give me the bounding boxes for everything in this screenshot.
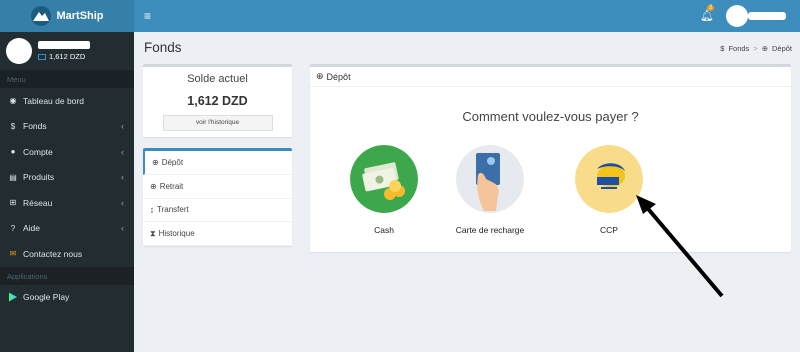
- sidebar-item-fonds[interactable]: $ Fonds ‹: [0, 114, 134, 140]
- section-header-applications: Applications: [0, 266, 134, 285]
- sidebar-item-label: Fonds: [23, 121, 47, 132]
- depot-box: ⊕ Dépôt Comment voulez-vous payer ? Cash…: [310, 64, 791, 252]
- user-name-redacted-top[interactable]: [748, 12, 786, 20]
- chevron-left-icon: ‹: [121, 121, 124, 132]
- sidebar-item-label: Google Play: [23, 292, 70, 303]
- cart-icon: ▤: [9, 172, 17, 182]
- view-history-button[interactable]: voir l'historique: [162, 115, 273, 131]
- chevron-left-icon: ‹: [121, 223, 124, 234]
- payment-option-ccp[interactable]: CCP: [559, 145, 659, 235]
- chevron-left-icon: ‹: [121, 146, 124, 157]
- chevron-left-icon: ‹: [121, 172, 124, 183]
- sidebar-item-dashboard[interactable]: ◉ Tableau de bord: [0, 88, 134, 114]
- sidebar-item-google-play[interactable]: Google Play: [0, 285, 134, 311]
- dollar-icon: $: [10, 121, 16, 131]
- sidebar-item-label: Réseau: [23, 197, 53, 208]
- upload-circle-icon: ⊕: [150, 181, 157, 191]
- payment-option-label: Cash: [374, 225, 394, 235]
- hamburger-icon[interactable]: ≡: [144, 9, 151, 23]
- page-title: Fonds: [144, 40, 182, 55]
- algerie-poste-icon: [575, 145, 643, 213]
- user-icon: ●: [10, 147, 16, 157]
- section-header-menu: Menu: [0, 70, 134, 88]
- payment-option-cash[interactable]: Cash: [334, 145, 434, 235]
- menu-item-transfert[interactable]: ↨ Transfert: [143, 199, 292, 223]
- sidebar-item-contact[interactable]: ✉ Contactez nous: [0, 241, 134, 267]
- menu-item-historique[interactable]: ⧗ Historique: [143, 222, 292, 246]
- menu-item-label: Retrait: [159, 181, 184, 191]
- notifications-button[interactable]: 🔔︎ 2: [700, 5, 715, 22]
- user-avatar-top[interactable]: [726, 5, 748, 27]
- payment-option-label: CCP: [600, 225, 618, 235]
- dashboard-icon: ◉: [9, 96, 17, 106]
- user-name-redacted: [38, 41, 90, 49]
- menu-item-label: Transfert: [157, 205, 189, 215]
- user-panel: 1,612 DZD: [0, 32, 134, 70]
- payment-option-recharge-card[interactable]: Carte de recharge: [440, 145, 540, 235]
- payment-question: Comment voulez-vous payer ?: [462, 109, 639, 124]
- topbar: ≡ 🔔︎ 2: [134, 0, 800, 32]
- balance-value: 1,612 DZD: [187, 94, 248, 108]
- sidebar-item-produits[interactable]: ▤ Produits ‹: [0, 165, 134, 191]
- funds-menu: ⊕ Dépôt ⊕ Retrait ↨ Transfert ⧗ Historiq…: [143, 148, 292, 246]
- sidebar: MartShip 1,612 DZD Menu ◉ Tableau de bor…: [0, 0, 134, 352]
- menu-item-label: Dépôt: [161, 157, 184, 167]
- content-header: Fonds $ Fonds > ⊕ Dépôt: [134, 32, 800, 62]
- download-circle-icon: ⊕: [316, 71, 324, 81]
- breadcrumb-download-icon: ⊕: [761, 44, 768, 53]
- logo[interactable]: MartShip: [0, 0, 134, 32]
- avatar: [6, 38, 32, 64]
- menu-item-label: Historique: [158, 229, 195, 239]
- envelope-icon: ✉: [9, 249, 17, 259]
- sidebar-item-aide[interactable]: ? Aide ‹: [0, 216, 134, 242]
- hourglass-icon: ⧗: [150, 228, 156, 238]
- money-icon: [38, 53, 46, 60]
- balance-box: Solde actuel 1,612 DZD voir l'historique: [143, 64, 292, 137]
- bell-icon: 🔔︎: [700, 10, 714, 22]
- payment-option-label: Carte de recharge: [455, 225, 525, 235]
- balance-title: Solde actuel: [187, 73, 248, 85]
- sidebar-item-reseau[interactable]: ⊞ Réseau ‹: [0, 190, 134, 216]
- menu-item-retrait[interactable]: ⊕ Retrait: [143, 175, 292, 199]
- sidebar-item-label: Produits: [23, 172, 55, 183]
- breadcrumb-separator: >: [753, 44, 758, 53]
- sidebar-item-label: Tableau de bord: [23, 95, 84, 106]
- question-icon: ?: [10, 223, 16, 233]
- depot-header-label: Dépôt: [326, 71, 351, 82]
- google-play-icon: [9, 292, 17, 302]
- download-circle-icon: ⊕: [152, 157, 159, 167]
- network-icon: ⊞: [9, 198, 17, 208]
- breadcrumb: $ Fonds > ⊕ Dépôt: [720, 44, 792, 53]
- transfer-icon: ↨: [150, 205, 154, 215]
- sidebar-item-label: Compte: [23, 146, 53, 157]
- sidebar-item-compte[interactable]: ● Compte ‹: [0, 139, 134, 165]
- menu-item-depot[interactable]: ⊕ Dépôt: [143, 151, 292, 175]
- user-balance-value: 1,612 DZD: [49, 52, 86, 61]
- depot-header: ⊕ Dépôt: [310, 67, 791, 87]
- chevron-left-icon: ‹: [121, 197, 124, 208]
- sidebar-item-label: Aide: [23, 223, 41, 234]
- recharge-card-icon: [456, 145, 524, 213]
- cash-icon: [350, 145, 418, 213]
- user-balance: 1,612 DZD: [38, 52, 90, 61]
- sidebar-item-label: Contactez nous: [23, 248, 83, 259]
- breadcrumb-item-fonds[interactable]: Fonds: [728, 44, 749, 53]
- app-name: MartShip: [56, 10, 104, 22]
- breadcrumb-item-depot: Dépôt: [771, 44, 792, 53]
- breadcrumb-dollar-icon: $: [720, 44, 725, 53]
- mountain-logo-icon: [31, 6, 52, 26]
